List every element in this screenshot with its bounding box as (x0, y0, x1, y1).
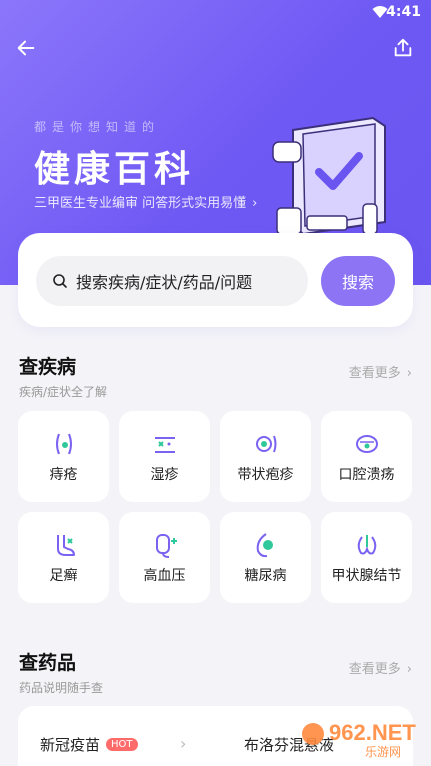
thyroid-icon (357, 534, 376, 554)
disease-tile[interactable]: 高血压 (119, 512, 210, 603)
drug-more-link[interactable]: 查看更多 › (349, 658, 412, 677)
disease-tile[interactable]: 糖尿病 (220, 512, 311, 603)
search-button[interactable]: 搜索 (321, 256, 395, 306)
foot-icon (56, 534, 75, 556)
disease-label: 高血压 (143, 567, 186, 584)
chevron-right-icon: › (406, 662, 412, 677)
disease-label: 带状疱疹 (237, 466, 294, 483)
status-time: 4:41 (386, 4, 421, 20)
search-placeholder: 搜索疾病/症状/药品/问题 (76, 273, 253, 292)
chevron-right-icon: › (252, 196, 258, 211)
drug-section-header: 查药品 药品说明随手查 查看更多 › (19, 648, 412, 696)
share-button[interactable] (389, 34, 417, 62)
drug-label: 新冠疫苗 (40, 736, 101, 754)
section-subtitle: 疾病/症状全了解 (19, 385, 108, 399)
disease-tile[interactable]: 足癣 (18, 512, 109, 603)
checklist-illustration-icon (272, 116, 386, 236)
hero-subtitle[interactable]: 三甲医生专业编审 问答形式实用易懂 › (34, 192, 257, 211)
disease-label: 甲状腺结节 (331, 567, 402, 584)
diabetes-icon (256, 532, 273, 557)
svg-text:962.NET: 962.NET (329, 720, 416, 745)
disease-label: 口腔溃疡 (338, 466, 395, 483)
status-bar: 4:41 (0, 0, 431, 26)
drug-item[interactable]: 新冠疫苗 HOT (40, 734, 138, 755)
hot-badge: HOT (106, 738, 138, 751)
eczema-icon (154, 436, 175, 453)
back-button[interactable] (12, 34, 40, 62)
disease-label: 足癣 (49, 567, 78, 584)
mouth-ulcer-icon (355, 434, 378, 453)
section-subtitle: 药品说明随手查 (19, 681, 104, 695)
disease-tile[interactable]: 口腔溃疡 (321, 411, 412, 502)
blood-pressure-icon (155, 533, 177, 558)
more-label: 查看更多 (348, 366, 401, 381)
search-input[interactable]: 搜索疾病/症状/药品/问题 (36, 256, 308, 306)
site-watermark-logo: 962.NET 乐游网 (302, 720, 416, 759)
navbar (0, 30, 431, 66)
disease-section-header: 查疾病 疾病/症状全了解 查看更多 › (19, 352, 412, 400)
disease-grid: 痔疮 湿疹 带状疱疹 口腔溃疡 足癣 高血压 糖尿病 甲状腺结节 (18, 411, 413, 603)
hero-subtitle-text: 三甲医生专业编审 问答形式实用易懂 (34, 196, 247, 211)
disease-tile[interactable]: 湿疹 (119, 411, 210, 502)
disease-label: 糖尿病 (244, 567, 287, 584)
chevron-right-icon: › (180, 734, 187, 753)
herpes-icon (255, 435, 276, 452)
disease-tile[interactable]: 痔疮 (18, 411, 109, 502)
chevron-right-icon: › (406, 366, 412, 381)
search-icon (53, 274, 67, 288)
hemorrhoid-icon (55, 433, 72, 454)
disease-label: 湿疹 (150, 466, 179, 483)
search-card: 搜索疾病/症状/药品/问题 搜索 (18, 233, 413, 327)
page-title: 健康百科 (34, 149, 195, 190)
disease-more-link[interactable]: 查看更多 › (349, 362, 412, 381)
arrow-left-icon (17, 40, 35, 56)
share-icon (394, 38, 412, 57)
more-label: 查看更多 (348, 662, 401, 677)
svg-text:乐游网: 乐游网 (365, 745, 401, 759)
hero-slogan: 都是你想知道的 (34, 120, 161, 134)
disease-label: 痔疮 (49, 466, 78, 483)
disease-tile[interactable]: 带状疱疹 (220, 411, 311, 502)
disease-tile[interactable]: 甲状腺结节 (321, 512, 412, 603)
